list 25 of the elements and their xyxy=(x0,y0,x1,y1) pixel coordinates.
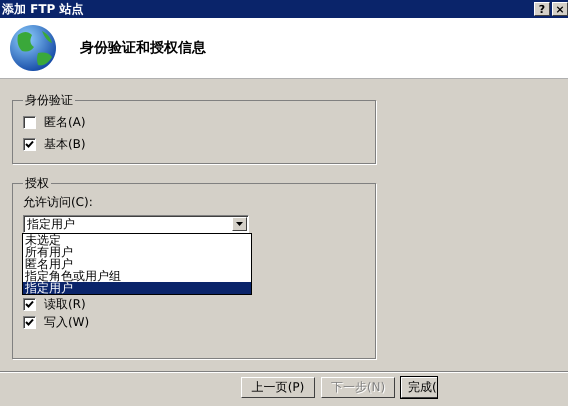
dropdown-value: 指定用户 xyxy=(27,216,76,232)
group-label: 授权 xyxy=(24,175,50,192)
dropdown-option[interactable]: 指定用户 xyxy=(23,282,251,294)
globe-icon xyxy=(8,23,58,73)
checkbox-label: 写入(W) xyxy=(44,314,90,330)
dropdown-option[interactable]: 匿名用户 xyxy=(23,258,251,270)
group-label: 身份验证 xyxy=(24,92,74,109)
checkbox[interactable] xyxy=(23,116,36,128)
dropdown-option[interactable]: 所有用户 xyxy=(23,246,251,258)
access-dropdown[interactable]: 指定用户 xyxy=(23,215,249,233)
checkbox-label: 匿名(A) xyxy=(44,114,86,130)
finish-button[interactable]: 完成( xyxy=(401,377,437,398)
checkbox[interactable] xyxy=(23,316,36,328)
dropdown-option[interactable]: 指定角色或用户组 xyxy=(23,270,251,282)
dropdown-option[interactable]: 未选定 xyxy=(23,234,251,246)
checkbox-label: 基本(B) xyxy=(44,136,86,152)
page-heading: 身份验证和授权信息 xyxy=(80,39,206,57)
field-label: 允许访问(C): xyxy=(23,194,94,211)
checkbox[interactable] xyxy=(23,138,36,150)
checkbox-label: 读取(R) xyxy=(44,296,86,312)
window-title: 添加 FTP 站点 xyxy=(2,0,85,18)
back-button[interactable]: 上一页(P) xyxy=(241,377,315,398)
help-button[interactable]: ? xyxy=(534,2,550,16)
checkbox[interactable] xyxy=(23,298,36,310)
close-button[interactable]: × xyxy=(552,2,568,16)
